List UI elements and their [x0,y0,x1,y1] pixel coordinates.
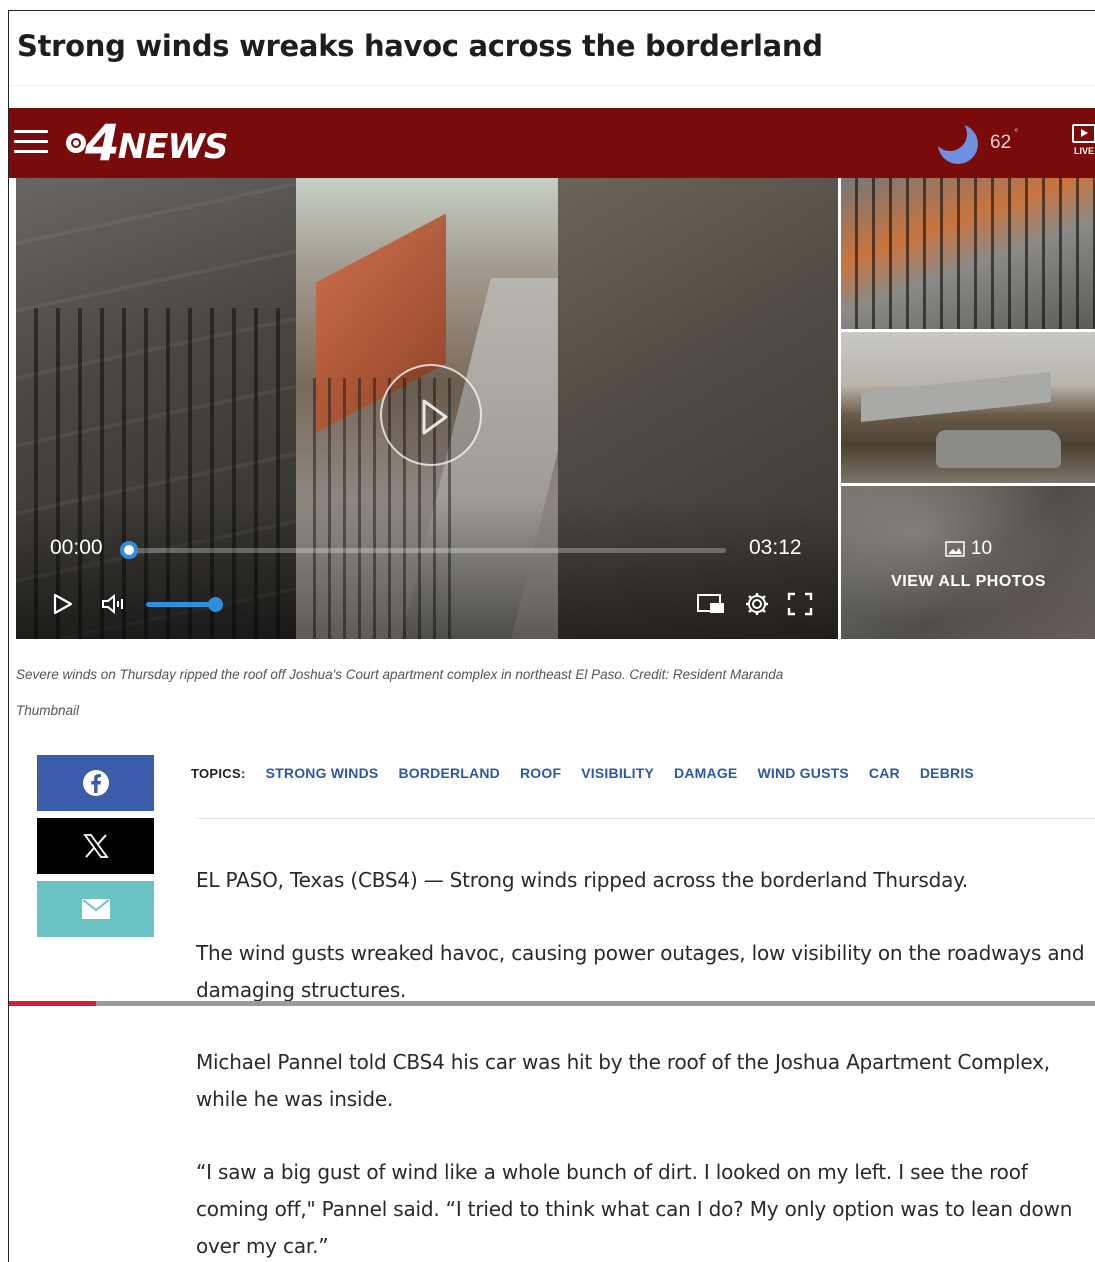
cbs4-news-logo[interactable]: 4 NEWS [65,114,229,172]
article-headline: Strong winds wreaks havoc across the bor… [17,29,823,63]
photo-count-value: 10 [970,538,993,559]
share-email-button[interactable] [37,881,154,937]
article-paragraph-4: “I saw a big gust of wind like a whole b… [196,1160,1073,1258]
photo-count: 10 [841,538,1095,560]
progress-track[interactable] [128,548,726,553]
thumb-car [936,430,1061,468]
video-caption: Severe winds on Thursday ripped the roof… [16,657,916,729]
envelope-icon [81,899,110,919]
temperature: 62 ° [990,128,1019,153]
video-controls-shade [16,499,838,639]
image-icon [945,541,965,557]
share-x-button[interactable] [37,818,154,874]
headline-divider [9,85,1095,86]
topic-car[interactable]: CAR [869,765,900,781]
topic-visibility[interactable]: VISIBILITY [581,765,654,781]
facebook-icon [82,770,109,796]
volume-knob[interactable] [208,597,223,612]
caption-line-1: Severe winds on Thursday ripped the roof… [16,667,784,682]
thumb-blur [841,486,1095,639]
topics-list: TOPICS: STRONG WINDS BORDERLAND ROOF VIS… [191,765,994,781]
settings-gear-icon[interactable] [744,591,770,617]
play-icon[interactable] [52,592,74,616]
gallery-thumb-1[interactable] [841,178,1095,329]
weather-widget[interactable]: 62 ° [934,120,1019,166]
video-player[interactable]: 00:00 03:12 [16,178,838,639]
thumb-roof [861,372,1051,422]
logo-text: NEWS [117,127,229,167]
view-all-photos-button[interactable]: 10 VIEW ALL PHOTOS [841,486,1095,639]
article-paragraph-2: The wind gusts wreaked havoc, causing po… [196,941,1085,1002]
topic-debris[interactable]: DEBRIS [920,765,974,781]
reading-progress-bar [9,1001,1095,1006]
view-all-photos-label: VIEW ALL PHOTOS [891,573,1046,590]
topic-borderland[interactable]: BORDERLAND [398,765,500,781]
logo-number: 4 [85,114,120,172]
picture-in-picture-icon[interactable] [696,592,726,616]
site-navbar: 4 NEWS 62 ° LIVE [9,108,1095,178]
gallery-thumb-2[interactable] [841,332,1095,483]
photo-gallery: 10 VIEW ALL PHOTOS [841,178,1095,639]
topics-divider [197,818,1095,819]
current-time: 00:00 [50,536,103,559]
reading-progress-fill [9,1001,96,1006]
topic-roof[interactable]: ROOF [520,765,561,781]
duration: 03:12 [749,536,802,559]
topic-strong-winds[interactable]: STRONG WINDS [266,765,379,781]
cbs-eye-icon [66,133,86,153]
progress-scrubber[interactable] [120,541,138,559]
topic-damage[interactable]: DAMAGE [674,765,737,781]
live-button[interactable]: LIVE [1069,124,1095,156]
live-play-icon [1072,124,1095,143]
article-paragraph-3: Michael Pannel told CBS4 his car was hit… [196,1050,1050,1111]
topics-label: TOPICS: [191,765,246,781]
article-paragraph-1: EL PASO, Texas (CBS4) — Strong winds rip… [196,868,969,892]
play-icon [422,399,448,435]
topic-wind-gusts[interactable]: WIND GUSTS [757,765,848,781]
page-frame: Strong winds wreaks havoc across the bor… [8,10,1095,1262]
menu-icon[interactable] [14,130,48,154]
moon-icon [938,124,978,164]
live-label: LIVE [1073,146,1094,156]
volume-icon[interactable] [100,592,130,616]
fullscreen-icon[interactable] [786,591,814,617]
big-play-button[interactable] [380,364,482,466]
x-icon [82,834,109,858]
caption-line-2: Thumbnail [16,703,80,718]
share-facebook-button[interactable] [37,755,154,811]
